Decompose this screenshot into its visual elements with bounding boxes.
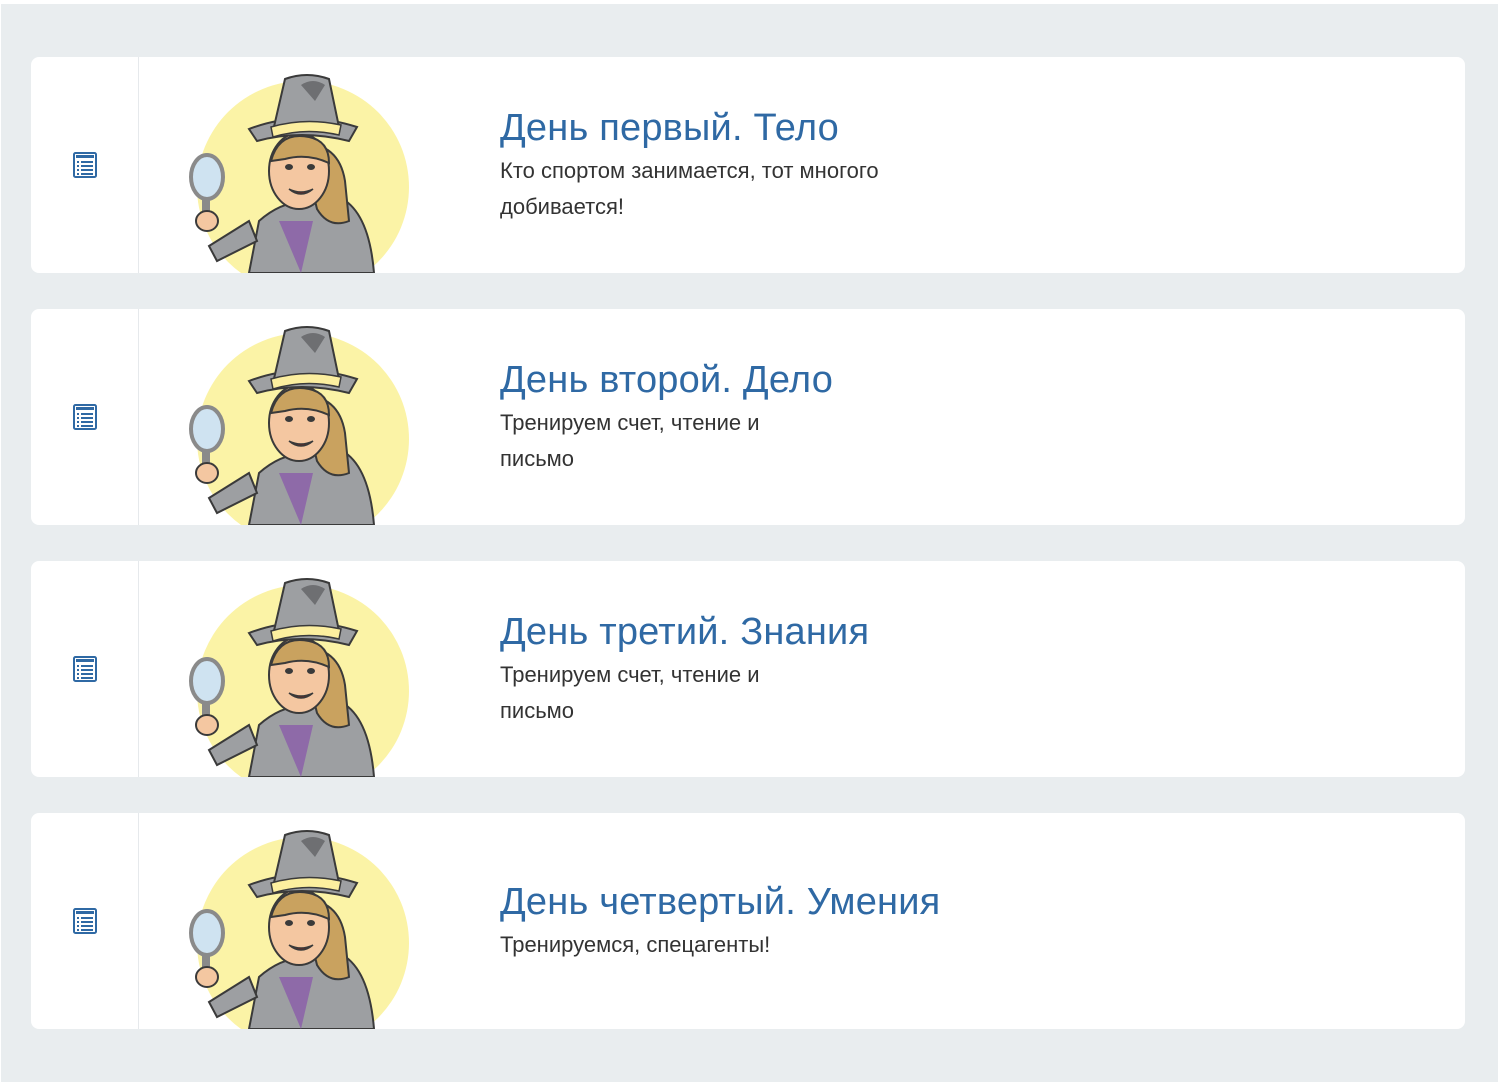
lesson-title[interactable]: День четвертый. Умения bbox=[500, 879, 1400, 925]
lesson-card-day-4[interactable]: День четвертый. Умения Тренируемся, спец… bbox=[31, 813, 1465, 1029]
lesson-card-day-1[interactable]: День первый. Тело Кто спортом занимается… bbox=[31, 57, 1465, 273]
lesson-type-cell bbox=[31, 57, 139, 273]
lesson-card-day-2[interactable]: День второй. Дело Тренируем счет, чтение… bbox=[31, 309, 1465, 525]
lesson-description: Кто спортом занимается, тот многого доби… bbox=[500, 158, 879, 219]
lesson-title[interactable]: День первый. Тело bbox=[500, 105, 1400, 151]
detective-girl-avatar bbox=[189, 575, 413, 777]
lesson-description: Тренируем счет, чтение и письмо bbox=[500, 410, 760, 471]
lesson-type-cell bbox=[31, 309, 139, 525]
lesson-description: Тренируемся, спецагенты! bbox=[500, 932, 771, 957]
list-document-icon bbox=[72, 152, 97, 178]
lesson-text: День третий. Знания Тренируем счет, чтен… bbox=[500, 609, 1400, 729]
lesson-description: Тренируем счет, чтение и письмо bbox=[500, 662, 760, 723]
lesson-list: День первый. Тело Кто спортом занимается… bbox=[31, 57, 1465, 1065]
lesson-title[interactable]: День третий. Знания bbox=[500, 609, 1400, 655]
lesson-text: День четвертый. Умения Тренируемся, спец… bbox=[500, 879, 1400, 963]
list-document-icon bbox=[72, 656, 97, 682]
lesson-type-cell bbox=[31, 813, 139, 1029]
detective-girl-avatar bbox=[189, 71, 413, 273]
list-document-icon bbox=[72, 404, 97, 430]
lesson-text: День второй. Дело Тренируем счет, чтение… bbox=[500, 357, 1400, 477]
lesson-title[interactable]: День второй. Дело bbox=[500, 357, 1400, 403]
list-document-icon bbox=[72, 908, 97, 934]
lesson-type-cell bbox=[31, 561, 139, 777]
lesson-card-day-3[interactable]: День третий. Знания Тренируем счет, чтен… bbox=[31, 561, 1465, 777]
detective-girl-avatar bbox=[189, 323, 413, 525]
detective-girl-avatar bbox=[189, 827, 413, 1029]
lesson-text: День первый. Тело Кто спортом занимается… bbox=[500, 105, 1400, 225]
